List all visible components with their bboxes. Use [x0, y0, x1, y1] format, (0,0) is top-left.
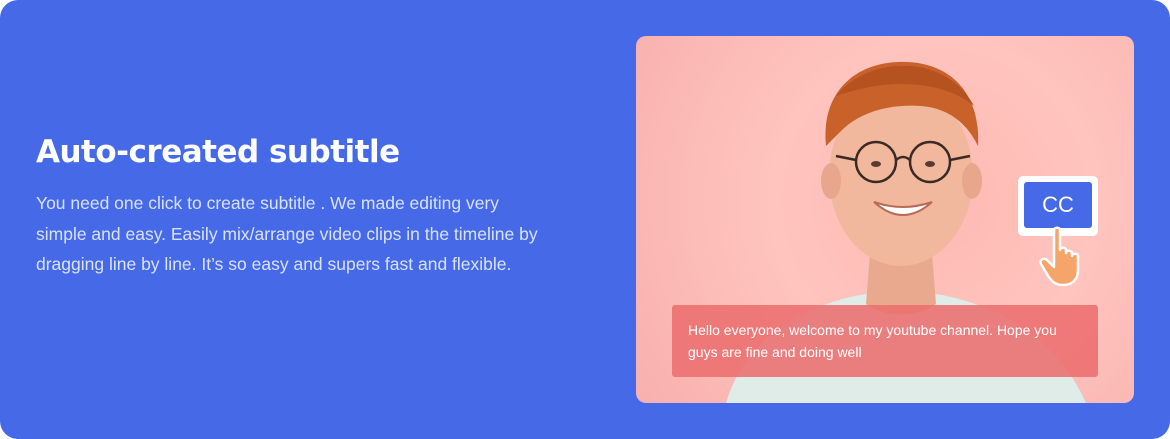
- video-preview: CC Hello everyone, welcome to my youtube…: [636, 36, 1134, 403]
- cc-button[interactable]: CC: [1024, 182, 1092, 228]
- subtitle-caption-box: Hello everyone, welcome to my youtube ch…: [672, 305, 1098, 377]
- feature-copy: Auto-created subtitle You need one click…: [36, 130, 556, 280]
- subtitle-caption-text: Hello everyone, welcome to my youtube ch…: [688, 322, 1057, 360]
- feature-card: Auto-created subtitle You need one click…: [0, 0, 1170, 439]
- pointing-hand-icon: [1039, 226, 1080, 287]
- feature-title: Auto-created subtitle: [36, 134, 400, 170]
- feature-description: You need one click to create subtitle . …: [36, 193, 538, 274]
